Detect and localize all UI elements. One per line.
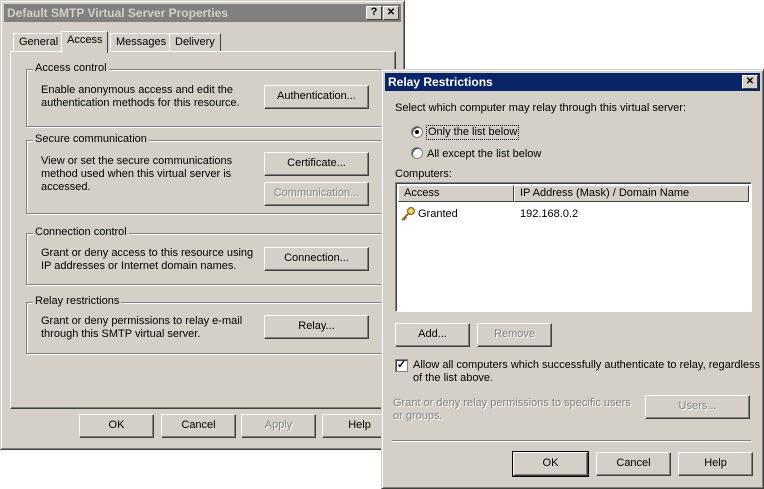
relay-cancel-button[interactable]: Cancel (596, 452, 671, 476)
cancel-button[interactable]: Cancel (161, 414, 236, 438)
connection-control-legend: Connection control (33, 226, 129, 238)
allow-authenticated-label-line2[interactable]: of the list above. (413, 372, 493, 385)
access-control-description: Enable anonymous access and edit the aut… (41, 84, 240, 109)
relay-title-bar[interactable]: Relay Restrictions ✕ (385, 73, 760, 91)
relay-help-button[interactable]: Help (678, 452, 753, 476)
relay-ok-button[interactable]: OK (512, 451, 589, 477)
smtp-properties-window: Default SMTP Virtual Server Properties ?… (0, 0, 405, 450)
radio-all-except[interactable] (411, 147, 423, 159)
connection-button[interactable]: Connection... (264, 247, 369, 271)
close-icon[interactable]: ✕ (383, 6, 399, 20)
relay-restrictions-description: Grant or deny permissions to relay e-mai… (41, 315, 243, 340)
secure-communication-group: Secure communication View or set the sec… (26, 133, 382, 214)
allow-authenticated-checkbox[interactable]: ✓ (395, 359, 408, 372)
relay-close-icon[interactable]: ✕ (742, 75, 758, 89)
connection-control-group: Connection control Grant or deny access … (26, 226, 382, 285)
access-tab-panel: Access control Enable anonymous access a… (10, 51, 396, 409)
row-address: 192.168.0.2 (520, 208, 579, 220)
access-control-legend: Access control (33, 62, 109, 74)
tab-delivery[interactable]: Delivery (169, 33, 221, 52)
certificate-button[interactable]: Certificate... (264, 152, 369, 176)
key-icon (400, 206, 416, 222)
relay-restrictions-window: Relay Restrictions ✕ Select which comput… (381, 69, 764, 489)
authentication-button[interactable]: Authentication... (264, 85, 369, 109)
tab-access[interactable]: Access (61, 31, 109, 53)
remove-button[interactable]: Remove (477, 323, 552, 347)
tab-general[interactable]: General (13, 33, 65, 52)
computers-list[interactable]: Access IP Address (Mask) / Domain Name G… (395, 182, 752, 312)
radio-all-except-label[interactable]: All except the list below (427, 148, 541, 161)
help-title-button[interactable]: ? (366, 6, 382, 20)
connection-control-description: Grant or deny access to this resource us… (41, 247, 254, 272)
computers-label: Computers: (395, 168, 452, 180)
table-row[interactable]: Granted 192.168.0.2 (400, 205, 748, 223)
ok-button[interactable]: OK (79, 414, 154, 438)
users-button[interactable]: Users... (645, 395, 750, 419)
allow-authenticated-label-line1[interactable]: Allow all computers which successfully a… (413, 359, 760, 372)
relay-title: Relay Restrictions (388, 75, 493, 89)
relay-restrictions-legend: Relay restrictions (33, 295, 122, 307)
radio-only-list[interactable] (411, 126, 423, 138)
access-control-group: Access control Enable anonymous access a… (26, 62, 382, 127)
column-header-address[interactable]: IP Address (Mask) / Domain Name (514, 185, 749, 202)
relay-restrictions-group: Relay restrictions Grant or deny permiss… (26, 295, 382, 354)
separator (392, 440, 751, 442)
radio-only-list-label[interactable]: Only the list below (425, 125, 520, 140)
add-button[interactable]: Add... (395, 323, 470, 347)
row-access: Granted (418, 208, 458, 220)
secure-communication-legend: Secure communication (33, 133, 149, 145)
relay-button[interactable]: Relay... (264, 315, 369, 339)
apply-button[interactable]: Apply (241, 414, 316, 438)
column-header-access[interactable]: Access (398, 185, 514, 202)
properties-title-bar[interactable]: Default SMTP Virtual Server Properties ?… (4, 4, 401, 22)
relay-prompt: Select which computer may relay through … (395, 102, 687, 114)
properties-title: Default SMTP Virtual Server Properties (7, 6, 228, 20)
communication-button[interactable]: Communication... (264, 182, 369, 206)
secure-communication-description: View or set the secure communications me… (41, 155, 233, 193)
users-description: Grant or deny relay permissions to speci… (393, 397, 631, 422)
tab-messages[interactable]: Messages (110, 33, 173, 52)
